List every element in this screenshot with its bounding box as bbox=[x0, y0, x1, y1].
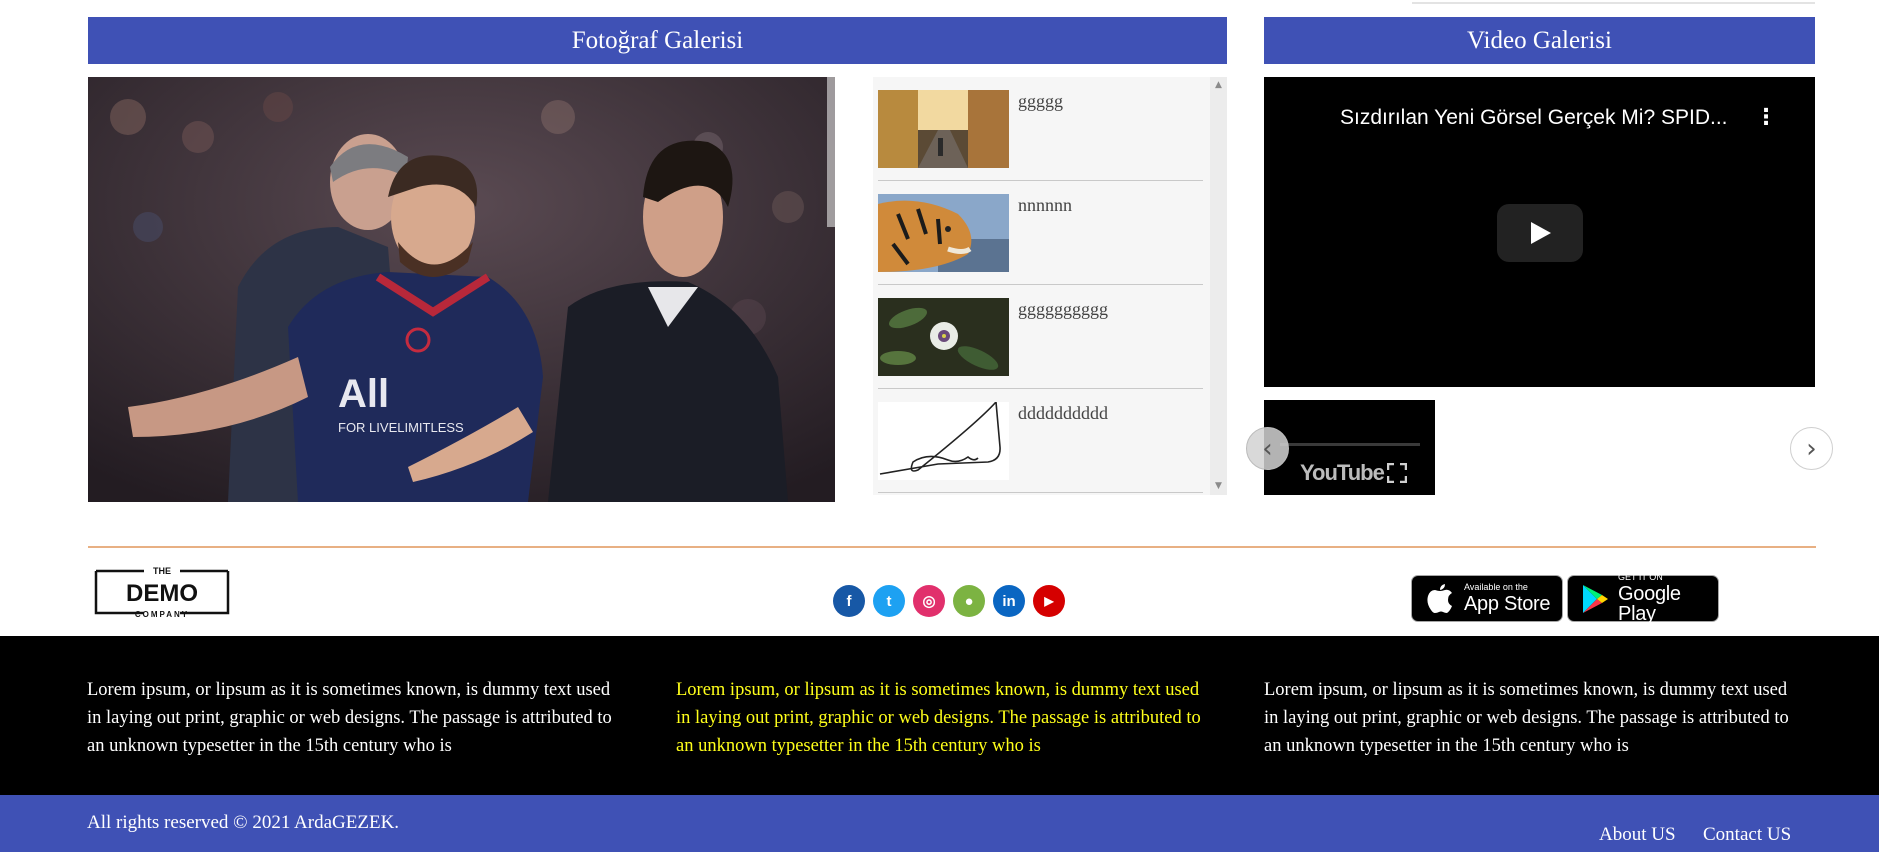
thumbnail-title[interactable]: gggggggggg bbox=[1018, 299, 1108, 320]
google-play-small-text: GET IT ON bbox=[1618, 572, 1663, 582]
google-play-badge[interactable]: GET IT ON Google Play bbox=[1567, 572, 1719, 625]
thumbnail-item[interactable]: dddddddddd bbox=[878, 389, 1203, 493]
logo-main-text: DEMO bbox=[126, 580, 198, 607]
demo-company-logo[interactable]: THE DEMO COMPANY bbox=[94, 563, 230, 621]
page: Fotoğraf Galerisi All FOR LIVELIMITLESS … bbox=[0, 0, 1879, 852]
thumbnail-image-signature bbox=[878, 402, 1009, 480]
thumbnail-title[interactable]: ggggg bbox=[1018, 91, 1063, 112]
thumbnail-list[interactable]: ggggg nnnnnn gggggggggg dddddddddd ▲ ▼ bbox=[873, 77, 1227, 495]
linkedin-icon[interactable]: in bbox=[993, 585, 1025, 617]
youtube-logo: YouTube bbox=[1300, 460, 1385, 485]
app-store-small-text: Available on the bbox=[1464, 582, 1528, 592]
store-badges: Available on the App Store GET IT ON Goo… bbox=[1411, 572, 1719, 625]
android-icon[interactable]: ● bbox=[953, 585, 985, 617]
google-play-icon bbox=[1578, 581, 1612, 617]
svg-text:FOR LIVELIMITLESS: FOR LIVELIMITLESS bbox=[338, 420, 464, 435]
info-column-2: Lorem ipsum, or lipsum as it is sometime… bbox=[676, 680, 1201, 756]
play-icon bbox=[1531, 222, 1551, 244]
thumbnail-item[interactable]: ggggg bbox=[878, 77, 1203, 181]
top-divider bbox=[1412, 2, 1815, 4]
carousel-prev-button[interactable]: ‹ bbox=[1246, 427, 1289, 470]
logo-bottom-text: COMPANY bbox=[135, 610, 189, 619]
thumbnail-item[interactable]: gggggggggg bbox=[878, 285, 1203, 389]
thumbnail-image-street bbox=[878, 90, 1009, 168]
video-play-button[interactable] bbox=[1497, 204, 1583, 262]
video-title[interactable]: Sızdırılan Yeni Görsel Gerçek Mi? SPID..… bbox=[1340, 106, 1728, 130]
video-progress-bar bbox=[1280, 443, 1420, 446]
video-thumbnail[interactable]: YouTube bbox=[1264, 400, 1435, 495]
carousel-next-button[interactable]: › bbox=[1790, 427, 1833, 470]
social-links: f t ◎ ● in ▶ bbox=[833, 585, 1065, 617]
apple-icon bbox=[1422, 581, 1458, 617]
google-play-big-text: Google Play bbox=[1618, 583, 1681, 625]
info-column-3: Lorem ipsum, or lipsum as it is sometime… bbox=[1264, 680, 1789, 756]
main-gallery-photo[interactable]: All FOR LIVELIMITLESS bbox=[88, 77, 835, 502]
main-photo-image: All FOR LIVELIMITLESS bbox=[88, 77, 835, 502]
thumbnail-image-flower bbox=[878, 298, 1009, 376]
video-gallery-title: Video Galerisi bbox=[1467, 26, 1612, 54]
video-gallery-heading: Video Galerisi bbox=[1264, 17, 1815, 64]
chevron-left-icon: ‹ bbox=[1262, 433, 1273, 464]
youtube-video-player[interactable]: Sızdırılan Yeni Görsel Gerçek Mi? SPID..… bbox=[1264, 77, 1815, 387]
info-column-1: Lorem ipsum, or lipsum as it is sometime… bbox=[87, 680, 612, 756]
youtube-icon[interactable]: ▶ bbox=[1033, 585, 1065, 617]
thumbnail-image-tiger bbox=[878, 194, 1009, 272]
footer-info-band: Lorem ipsum, or lipsum as it is sometime… bbox=[0, 636, 1879, 795]
contact-us-link[interactable]: Contact US bbox=[1703, 824, 1791, 846]
fullscreen-icon[interactable] bbox=[1387, 463, 1407, 483]
app-store-badge[interactable]: Available on the App Store bbox=[1411, 575, 1563, 622]
facebook-icon[interactable]: f bbox=[833, 585, 865, 617]
instagram-icon[interactable]: ◎ bbox=[913, 585, 945, 617]
video-menu-icon[interactable]: ⋮ bbox=[1755, 105, 1777, 130]
section-divider bbox=[88, 546, 1816, 548]
scroll-down-arrow-icon[interactable]: ▼ bbox=[1210, 478, 1227, 495]
thumbnail-item[interactable]: nnnnnn bbox=[878, 181, 1203, 285]
footer: All rights reserved © 2021 ArdaGEZEK. Ab… bbox=[0, 795, 1879, 852]
scroll-up-arrow-icon[interactable]: ▲ bbox=[1210, 77, 1227, 94]
thumbnail-title[interactable]: nnnnnn bbox=[1018, 195, 1072, 216]
photo-gallery-heading: Fotoğraf Galerisi bbox=[88, 17, 1227, 64]
photo-gallery-title: Fotoğraf Galerisi bbox=[571, 26, 744, 54]
copyright-text: All rights reserved © 2021 ArdaGEZEK. bbox=[87, 812, 400, 833]
thumbnail-title[interactable]: dddddddddd bbox=[1018, 403, 1108, 424]
app-store-big-text: App Store bbox=[1464, 593, 1551, 615]
chevron-right-icon: › bbox=[1806, 433, 1817, 464]
svg-text:All: All bbox=[338, 372, 389, 416]
twitter-icon[interactable]: t bbox=[873, 585, 905, 617]
thumbnail-scrollbar[interactable]: ▲ ▼ bbox=[1210, 77, 1227, 495]
about-us-link[interactable]: About US bbox=[1599, 824, 1676, 846]
logo-top-text: THE bbox=[153, 566, 171, 576]
